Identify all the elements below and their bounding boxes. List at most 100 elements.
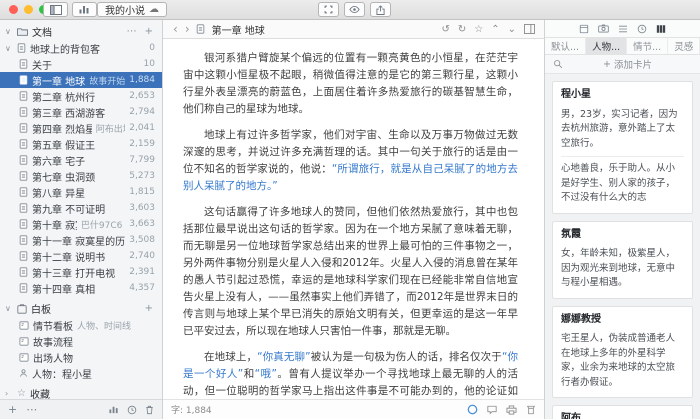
doc-word-count: 2,159 (129, 139, 155, 149)
doc-tree-item[interactable]: 第一章 地球故事开始1,884 (0, 72, 162, 88)
panel-tab-inspiration[interactable]: 灵感 (668, 38, 700, 54)
character-card[interactable]: 氛霞女，年龄未知，极紫星人，因为观光来到地球，无意中与程小星相遇。 (552, 221, 693, 299)
document-icon (19, 283, 28, 293)
star-icon: ☆ (17, 388, 26, 399)
add-document-icon[interactable]: + (143, 26, 155, 37)
character-card[interactable]: 娜娜教授宅王星人，伪装成普通老人在地球上多年的外星科学家，业余为来地球的太空旅行… (552, 306, 693, 399)
chevron-right-icon: › (5, 389, 13, 398)
forward-icon[interactable]: › (184, 23, 191, 35)
minimize-window-button[interactable] (24, 5, 33, 14)
document-icon (19, 203, 28, 213)
document-icon (17, 43, 26, 53)
doc-title: 第八章 异星 (32, 185, 85, 200)
doc-word-count: 2,740 (129, 251, 155, 261)
add-card-button[interactable]: + 添加卡片 (603, 57, 652, 71)
add-whiteboard-icon[interactable]: + (143, 303, 155, 314)
eye-icon (349, 5, 360, 14)
doc-tree-item[interactable]: 第七章 虫洞颈5,273 (0, 168, 162, 184)
titlebar: 我的小说 ☁ (0, 0, 700, 20)
doc-tree-item[interactable]: 第十三章 打开电视2,391 (0, 264, 162, 280)
whiteboard-section-header[interactable]: ∨ 白板 + (0, 300, 162, 317)
whiteboard-item[interactable]: 出场人物 (0, 349, 162, 365)
whiteboard-section-label: 白板 (31, 301, 51, 316)
paragraph-text: 和 (243, 368, 254, 380)
doc-word-count: 1,884 (129, 75, 155, 85)
doc-tree-item[interactable]: 第十章 寂寞星巴什97C6 出场3,663 (0, 216, 162, 232)
documents-section-header[interactable]: ∨ 文档 ⋯ + (0, 23, 162, 40)
note-card-icon[interactable] (579, 24, 589, 34)
doc-tree-item[interactable]: 第十一章 寂寞星的历史3,508 (0, 232, 162, 248)
camera-icon[interactable] (598, 24, 609, 33)
whiteboard-item[interactable]: 人物：程小星 (0, 365, 162, 381)
card-text: 心地善良，乐于助人。从小是好学生、别人家的孩子，不过没有什么大的志 (561, 162, 684, 206)
doc-title: 第十三章 打开电视 (32, 265, 115, 280)
document-tree: ∨地球上的背包客0关于10第一章 地球故事开始1,884第二章 杭州行2,653… (0, 40, 162, 296)
more-icon[interactable]: ⋯ (125, 26, 139, 37)
doc-tree-item[interactable]: 第十四章 真相4,357 (0, 280, 162, 296)
bar-chart-icon (79, 5, 90, 14)
editor-paragraph: 这句话赢得了许多地球人的赞同，但他们依然热爱旅行，其中也包括那位最早说出这句话的… (183, 204, 518, 340)
collapse-up-icon[interactable]: ⌃ (491, 24, 499, 35)
preview-button[interactable] (344, 2, 365, 17)
editor-content[interactable]: 银河系猎户臂旋某个偏远的位置有一颗亮黄色的小恒星，在茫茫宇宙中这颗小恒星极不起眼… (163, 39, 544, 399)
document-icon (19, 251, 28, 261)
redo-icon[interactable]: ↻ (458, 24, 466, 35)
columns-view-icon[interactable] (656, 24, 666, 34)
word-count-label: 字: 1,884 (171, 403, 212, 416)
trash-icon[interactable] (145, 405, 154, 415)
archive-icon[interactable] (526, 405, 536, 415)
doc-tree-item[interactable]: 关于10 (0, 56, 162, 72)
editor-paragraph: 地球上有过许多哲学家，他们对宇宙、生命以及万事万物做过无数深邃的思考，并说过许多… (183, 127, 518, 195)
fullscreen-button[interactable] (318, 2, 339, 17)
character-card[interactable]: 程小星男，23岁，实习记者，因为去杭州旅游，意外踏上了太空旅行。心地善良，乐于助… (552, 81, 693, 214)
doc-tree-item[interactable]: 第五章 假证王2,159 (0, 136, 162, 152)
clock-icon[interactable] (637, 24, 647, 34)
comment-bubble-icon[interactable] (487, 405, 497, 415)
doc-tree-item[interactable]: 第八章 异星1,815 (0, 184, 162, 200)
star-icon[interactable]: ☆ (474, 24, 483, 35)
plus-icon: + (603, 59, 611, 70)
doc-title: 第十章 寂寞星 (32, 217, 77, 232)
history-clock-icon[interactable] (127, 405, 137, 415)
doc-tree-item[interactable]: 第二章 杭州行2,653 (0, 88, 162, 104)
doc-tree-item[interactable]: ∨地球上的背包客0 (0, 40, 162, 56)
panel-tab-plot[interactable]: 情节... (627, 38, 668, 54)
doc-title: 第二章 杭州行 (32, 89, 95, 104)
list-icon[interactable] (618, 25, 628, 33)
paragraph-text: 银河系猎户臂旋某个偏远的位置有一颗亮黄色的小恒星，在茫茫宇宙中这颗小恒星极不起眼… (183, 52, 518, 115)
doc-tree-item[interactable]: 第九章 不可证明3,603 (0, 200, 162, 216)
novel-title-button[interactable]: 我的小说 ☁ (97, 2, 167, 17)
panel-tab-default[interactable]: 默认... (545, 38, 586, 54)
back-icon[interactable]: ‹ (172, 23, 179, 35)
card-title: 阿布 (561, 412, 684, 419)
card-title: 氛霞 (561, 228, 684, 243)
add-icon[interactable]: + (8, 403, 17, 416)
character-card[interactable]: 阿布最后一个烈焰星人，因为孤独而性情忧郁，觉得一切都没有意义。 (552, 405, 693, 419)
search-icon[interactable] (553, 59, 563, 69)
stats-icon[interactable] (109, 405, 119, 414)
sidebar-scroll-area[interactable]: ∨ 文档 ⋯ + ∨地球上的背包客0关于10第一章 地球故事开始1,884第二章… (0, 20, 162, 399)
doc-title: 第十一章 寂寞星的历史 (32, 233, 125, 248)
close-window-button[interactable] (9, 5, 18, 14)
more-icon[interactable]: ⋯ (26, 403, 37, 416)
focus-ring-icon[interactable] (467, 404, 478, 415)
expand-down-icon[interactable]: ⌄ (508, 24, 516, 35)
card-text: 宅王星人，伪装成普通老人在地球上多年的外星科学家，业余为来地球的太空旅行者办假证… (561, 332, 684, 390)
favorites-section-header[interactable]: › ☆ 收藏 (0, 385, 162, 399)
whiteboard-item[interactable]: 故事流程 (0, 333, 162, 349)
doc-title: 关于 (32, 57, 52, 72)
statistics-button[interactable] (72, 2, 97, 17)
undo-icon[interactable]: ↺ (441, 24, 449, 35)
split-view-icon[interactable] (524, 24, 535, 34)
doc-tree-item[interactable]: 第三章 西湖游客2,794 (0, 104, 162, 120)
chevron-down-icon: ∨ (5, 27, 13, 36)
toggle-sidebar-button[interactable] (43, 2, 68, 17)
doc-tree-item[interactable]: 第四章 烈焰星人阿布出场2,041 (0, 120, 162, 136)
panel-tab-characters[interactable]: 人物... (586, 38, 627, 54)
doc-tree-item[interactable]: 第六章 宅子7,799 (0, 152, 162, 168)
export-button[interactable] (370, 2, 391, 17)
whiteboard-item[interactable]: 情节看板人物、时间线 (0, 317, 162, 333)
character-cards-list: 程小星男，23岁，实习记者，因为去杭州旅游，意外踏上了太空旅行。心地善良，乐于助… (545, 74, 700, 419)
doc-tree-item[interactable]: 第十二章 说明书2,740 (0, 248, 162, 264)
print-icon[interactable] (506, 405, 517, 415)
